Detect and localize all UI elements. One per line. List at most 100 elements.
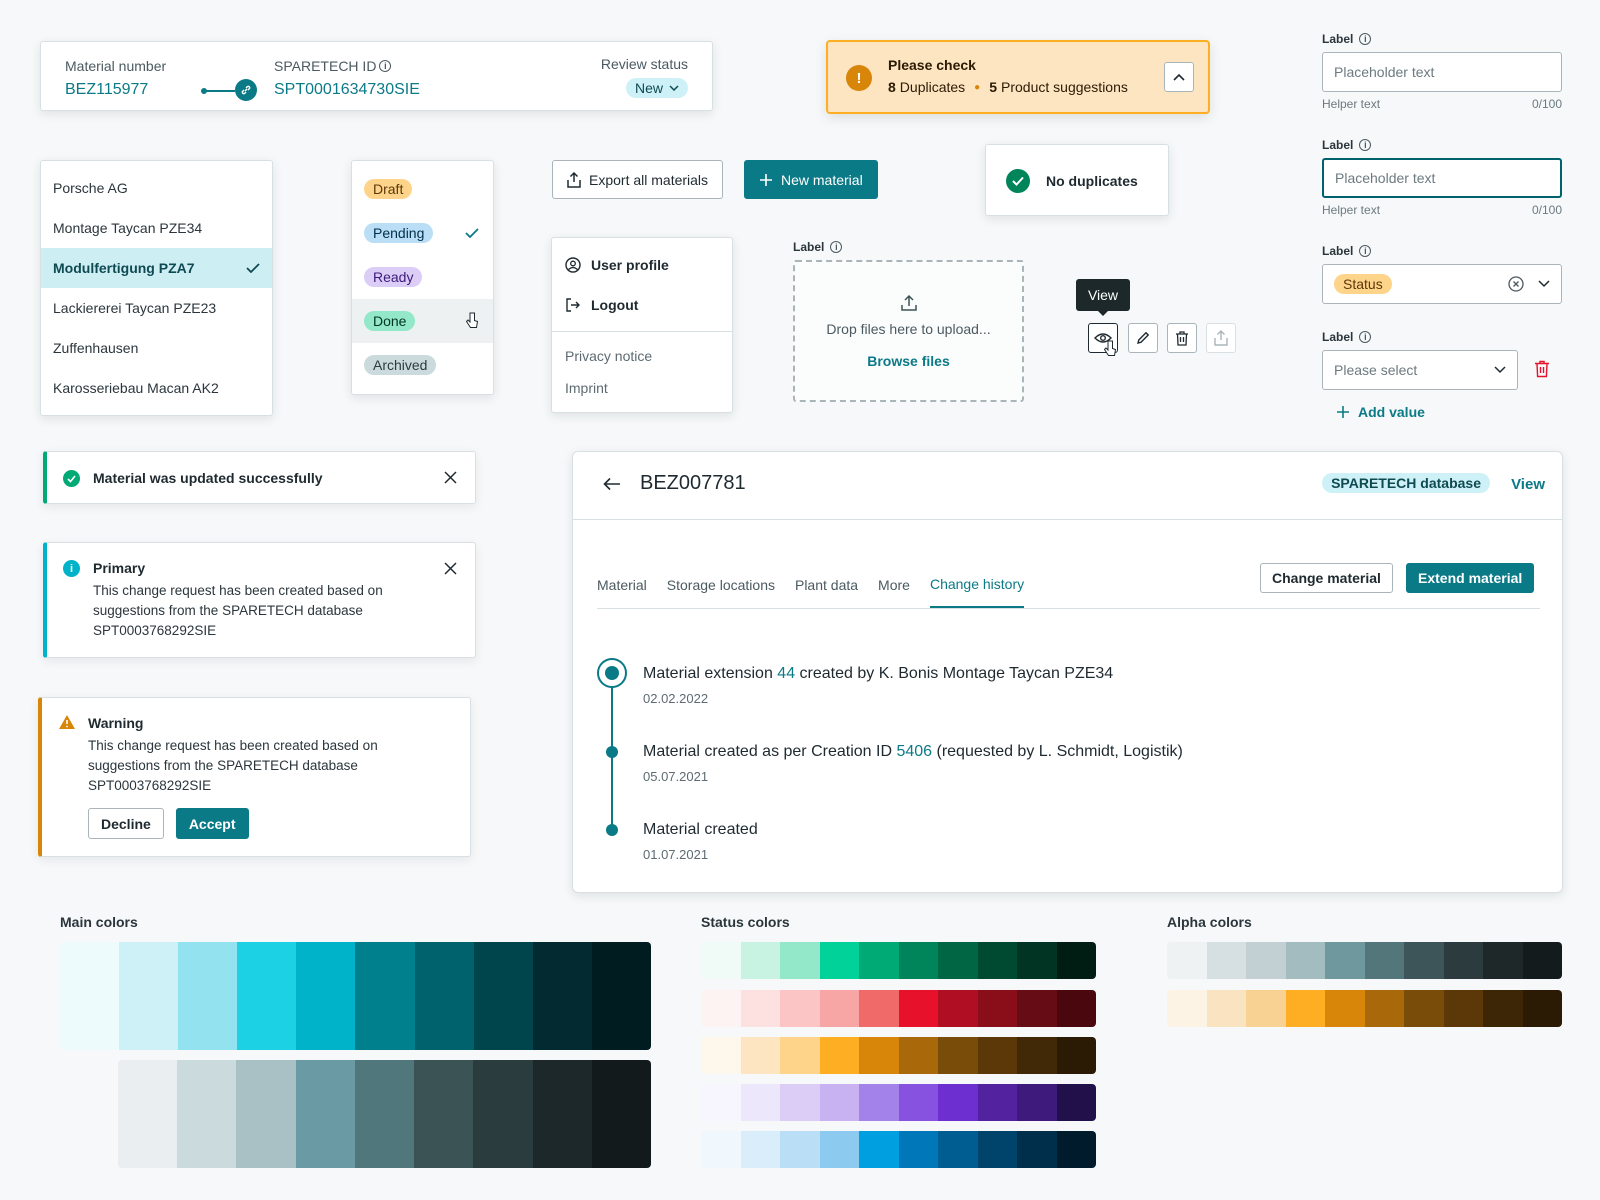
timeline-node	[606, 824, 618, 836]
color-swatch	[1285, 942, 1325, 979]
info-icon[interactable]: i	[379, 60, 392, 72]
material-number-value[interactable]: BEZ115977	[65, 81, 166, 99]
color-swatch	[1017, 1131, 1057, 1168]
color-swatch	[898, 1084, 938, 1121]
color-swatch	[780, 990, 820, 1027]
back-arrow-icon[interactable]	[603, 477, 621, 491]
color-swatch	[938, 990, 978, 1027]
clear-icon[interactable]	[1508, 276, 1524, 292]
entry-text: Material created as per Creation ID	[643, 743, 897, 760]
delete-value-icon[interactable]	[1534, 360, 1550, 378]
upload-dropzone[interactable]: Drop files here to upload... Browse file…	[793, 260, 1024, 402]
extend-material-button[interactable]: Extend material	[1406, 563, 1535, 593]
close-icon[interactable]	[444, 562, 457, 575]
color-swatch	[1017, 1037, 1057, 1074]
please-select-dropdown[interactable]: Please select	[1322, 350, 1518, 390]
extension-link[interactable]: 44	[777, 665, 795, 682]
plant-list: Porsche AG Montage Taycan PZE34 Modulfer…	[40, 160, 273, 416]
color-swatch	[740, 1037, 780, 1074]
collapse-button[interactable]	[1164, 62, 1194, 92]
tab-storage-locations[interactable]: Storage locations	[667, 562, 775, 608]
hand-cursor-icon	[1103, 340, 1117, 358]
decline-button[interactable]: Decline	[88, 808, 164, 839]
status-select[interactable]: Status	[1322, 264, 1562, 304]
tab-more[interactable]: More	[878, 562, 910, 608]
edit-button[interactable]	[1128, 323, 1158, 353]
text-input-2-focused[interactable]: Placeholder text	[1322, 158, 1562, 198]
material-detail-title: BEZ007781	[640, 472, 746, 494]
color-swatch	[977, 1131, 1017, 1168]
info-icon[interactable]: i	[830, 241, 843, 253]
menu-item-user-profile[interactable]: User profile	[552, 245, 732, 285]
add-value-button[interactable]: Add value	[1322, 404, 1562, 420]
delete-button[interactable]	[1167, 323, 1197, 353]
menu-item-privacy[interactable]: Privacy notice	[552, 348, 732, 364]
info-icon[interactable]: i	[1359, 33, 1372, 45]
close-icon[interactable]	[444, 471, 457, 484]
palette-main-teal	[60, 942, 651, 1050]
status-item-pending[interactable]: Pending	[352, 211, 493, 255]
list-item-porsche-ag[interactable]: Porsche AG	[41, 168, 272, 208]
export-button[interactable]: Export all materials	[552, 160, 724, 199]
link-icon[interactable]	[235, 79, 257, 101]
color-swatch	[819, 942, 859, 979]
tooltip-text: View	[1087, 287, 1119, 303]
color-swatch	[473, 942, 533, 1050]
duplicates-link[interactable]: Duplicates	[900, 79, 965, 95]
color-swatch	[1483, 990, 1523, 1027]
color-swatch	[1364, 990, 1404, 1027]
list-item-lackiererei[interactable]: Lackiererei Taycan PZE23	[41, 288, 272, 328]
list-item-zuffenhausen[interactable]: Zuffenhausen	[41, 328, 272, 368]
view-link[interactable]: View	[1511, 476, 1545, 493]
change-material-button[interactable]: Change material	[1260, 563, 1393, 593]
info-icon[interactable]: i	[1359, 331, 1372, 343]
success-alert-text: Material was updated successfully	[93, 470, 323, 486]
color-swatch	[938, 942, 978, 979]
check-icon	[465, 228, 479, 238]
creation-id-link[interactable]: 5406	[896, 743, 932, 760]
color-swatch	[1056, 990, 1096, 1027]
status-item-ready[interactable]: Ready	[352, 255, 493, 299]
palette-status-green	[701, 942, 1096, 979]
new-material-button[interactable]: New material	[744, 160, 878, 199]
list-item-karosseriebau[interactable]: Karosseriebau Macan AK2	[41, 368, 272, 408]
entry-text: Material extension	[643, 665, 778, 682]
review-status-dropdown[interactable]: New	[625, 78, 688, 98]
color-swatch	[1325, 990, 1365, 1027]
color-swatch	[236, 1060, 296, 1168]
menu-item-imprint[interactable]: Imprint	[552, 380, 732, 396]
color-swatch	[859, 990, 899, 1027]
suggestions-link[interactable]: Product suggestions	[1001, 79, 1128, 95]
check-icon	[246, 263, 260, 273]
status-item-done[interactable]: Done	[352, 299, 493, 343]
color-swatch	[977, 1037, 1017, 1074]
status-item-archived[interactable]: Archived	[352, 343, 493, 387]
color-swatch	[1325, 942, 1365, 979]
color-swatch	[819, 1131, 859, 1168]
status-item-draft[interactable]: Draft	[352, 167, 493, 211]
timeline-node-current	[597, 658, 627, 688]
list-item-modulfertigung[interactable]: Modulfertigung PZA7	[41, 248, 272, 288]
pencil-icon	[1137, 331, 1150, 344]
color-swatch	[355, 942, 415, 1050]
trash-icon	[1176, 330, 1188, 346]
menu-item-logout[interactable]: Logout	[552, 285, 732, 325]
warning-alert-title: Warning	[88, 715, 144, 731]
sparetech-id-value[interactable]: SPT0001634730SIE	[274, 81, 420, 99]
browse-files-link[interactable]: Browse files	[795, 353, 1022, 369]
color-swatch	[898, 990, 938, 1027]
selected-status-badge: Status	[1334, 274, 1392, 294]
primary-alert-body: This change request has been created bas…	[93, 583, 383, 638]
tab-material[interactable]: Material	[597, 562, 647, 608]
color-swatch	[177, 1060, 237, 1168]
color-swatch	[1056, 942, 1096, 979]
tab-change-history[interactable]: Change history	[929, 562, 1025, 608]
list-item-montage-taycan[interactable]: Montage Taycan PZE34	[41, 208, 272, 248]
accept-button[interactable]: Accept	[175, 808, 249, 839]
color-swatch	[780, 1037, 820, 1074]
text-input-1[interactable]: Placeholder text	[1322, 52, 1562, 92]
primary-alert-title: Primary	[93, 560, 146, 576]
info-icon[interactable]: i	[1359, 139, 1372, 151]
tab-plant-data[interactable]: Plant data	[795, 562, 858, 608]
info-icon[interactable]: i	[1359, 245, 1372, 257]
